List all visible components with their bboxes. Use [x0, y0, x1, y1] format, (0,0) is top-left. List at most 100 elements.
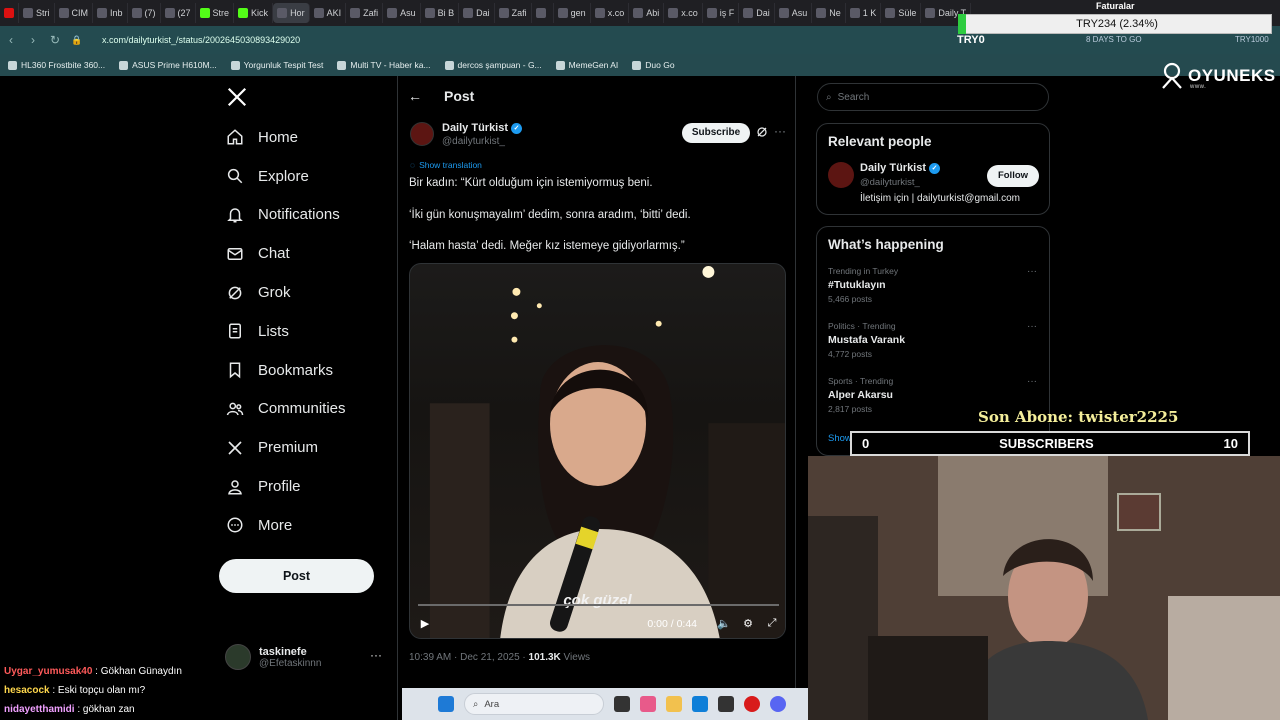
sidebar-item-more[interactable]: More	[226, 506, 346, 545]
discord-icon[interactable]	[770, 696, 786, 712]
browser-tab[interactable]: CIM	[55, 3, 93, 23]
url-field[interactable]: x.com/dailyturkist_/status/2002645030893…	[102, 35, 300, 45]
card-title: Relevant people	[828, 134, 932, 149]
browser-tab[interactable]: (27	[161, 3, 196, 23]
show-translation-link[interactable]: ◌ Show translation	[410, 160, 482, 170]
browser-tab[interactable]: 1 K	[846, 3, 882, 23]
subscriber-current: 0	[862, 436, 870, 451]
avatar[interactable]	[828, 162, 854, 188]
browser-tab[interactable]: gen	[554, 3, 591, 23]
browser-tab[interactable]: iş F	[703, 3, 740, 23]
sidebar-item-premium[interactable]: Premium	[226, 428, 346, 467]
browser-tab-active[interactable]: Hor	[273, 3, 310, 23]
ticker-label: Faturalar	[1096, 1, 1135, 11]
more-icon[interactable]: ···	[774, 124, 786, 138]
browser-tab[interactable]: Inb	[93, 3, 128, 23]
brand-logo-icon	[1162, 62, 1182, 89]
file-explorer-icon[interactable]	[666, 696, 682, 712]
browser-tab[interactable]: AKI	[310, 3, 347, 23]
person-icon	[226, 478, 244, 496]
browser-tab[interactable]: Dai	[459, 3, 495, 23]
post-timestamp[interactable]: 10:39 AM · Dec 21, 2025 ·	[409, 652, 529, 663]
sidebar-item-home[interactable]: Home	[226, 118, 346, 157]
more-icon[interactable]: ···	[1027, 321, 1037, 332]
more-icon[interactable]: ···	[1027, 376, 1037, 387]
video-caption: çok güzel	[563, 592, 632, 609]
trend-item[interactable]: Politics · Trending Mustafa Varank 4,772…	[817, 315, 1049, 370]
account-switcher[interactable]: taskinefe @Efetaskinnn ···	[225, 642, 385, 672]
browser-tab[interactable]: Kick	[234, 3, 274, 23]
task-view-icon[interactable]	[614, 696, 630, 712]
bookmark-item[interactable]: ASUS Prime H610M...	[119, 60, 217, 70]
sidebar-item-bookmarks[interactable]: Bookmarks	[226, 351, 346, 390]
forward-icon[interactable]: ›	[22, 33, 44, 47]
subscribe-button[interactable]: Subscribe	[682, 123, 750, 143]
browser-tab[interactable]: Abi	[629, 3, 665, 23]
browser-tab[interactable]: x.co	[664, 3, 703, 23]
person-name[interactable]: Daily Türkist	[860, 162, 926, 174]
browser-tab[interactable]: Dai	[739, 3, 775, 23]
bookmark-item[interactable]: Multi TV - Haber ka...	[337, 60, 431, 70]
opera-icon[interactable]	[744, 696, 760, 712]
browser-tab[interactable]: Süle	[881, 3, 922, 23]
browser-tab[interactable]: Bi B	[421, 3, 460, 23]
sidebar-item-notifications[interactable]: Notifications	[226, 196, 346, 235]
sidebar-item-explore[interactable]: Explore	[226, 157, 346, 196]
ticker-progress	[958, 14, 966, 34]
video-time: 0:00 / 0:44	[647, 618, 697, 630]
more-icon[interactable]: ···	[370, 648, 382, 662]
video-controls: ▶ 0:00 / 0:44 🔈 ⚙ ⤢	[418, 614, 779, 634]
video-progress-bar[interactable]	[418, 604, 779, 606]
post-author[interactable]: Daily Türkist ✓ @dailyturkist_	[410, 122, 523, 147]
browser-tab[interactable]: Asu	[775, 3, 813, 23]
bookmark-item[interactable]: Yorgunluk Tespit Test	[230, 60, 323, 70]
back-icon[interactable]: ‹	[0, 33, 22, 47]
play-icon[interactable]: ▶	[418, 617, 432, 631]
volume-icon[interactable]: 🔈	[717, 617, 731, 631]
search-input[interactable]: ⌕ Search	[817, 83, 1049, 111]
taskbar-search[interactable]: ⌕ Ara	[464, 693, 604, 715]
bookmark-item[interactable]: HL360 Frostbite 360...	[8, 60, 105, 70]
sidebar-item-profile[interactable]: Profile	[226, 467, 346, 506]
author-name[interactable]: Daily Türkist	[442, 122, 508, 134]
bookmark-item[interactable]: dercos şampuan - G...	[444, 60, 542, 70]
edge-icon[interactable]	[692, 696, 708, 712]
fullscreen-icon[interactable]: ⤢	[765, 617, 779, 631]
bookmark-icon	[119, 60, 129, 70]
browser-menu-icon[interactable]	[0, 3, 19, 23]
account-handle: @Efetaskinnn	[259, 657, 322, 669]
video-player[interactable]: çok güzel ▶ 0:00 / 0:44 🔈 ⚙ ⤢	[409, 263, 786, 639]
reload-icon[interactable]: ↻	[44, 33, 66, 47]
browser-tab[interactable]: Asu	[383, 3, 421, 23]
back-arrow-icon[interactable]: ←	[408, 88, 422, 104]
browser-tab[interactable]: Zafi	[495, 3, 532, 23]
author-avatar[interactable]	[410, 122, 434, 146]
grok-icon[interactable]	[756, 126, 768, 138]
search-icon: ⌕	[473, 698, 479, 710]
browser-tab[interactable]: Ne	[812, 3, 846, 23]
x-logo-icon[interactable]	[226, 86, 248, 108]
browser-tab[interactable]: (7)	[128, 3, 161, 23]
bookmark-item[interactable]: MemeGen AI	[555, 60, 618, 70]
sidebar-item-communities[interactable]: Communities	[226, 390, 346, 429]
browser-tab[interactable]: Stre	[196, 3, 235, 23]
copilot-icon[interactable]	[640, 696, 656, 712]
bookmark-item[interactable]: Duo Go	[632, 60, 675, 70]
sidebar-item-lists[interactable]: Lists	[226, 312, 346, 351]
chat-username: hesacock	[4, 685, 50, 696]
relevant-person[interactable]: Daily Türkist ✓ @dailyturkist_ İletişim …	[817, 157, 1049, 217]
sidebar-item-chat[interactable]: Chat	[226, 234, 346, 273]
trend-item[interactable]: Trending in Turkey #Tutuklayın 5,466 pos…	[817, 260, 1049, 315]
windows-start-icon[interactable]	[438, 696, 454, 712]
browser-tab[interactable]: Stri	[19, 3, 55, 23]
browser-tab[interactable]: Zafi	[346, 3, 384, 23]
sidebar-item-grok[interactable]: Grok	[226, 273, 346, 312]
browser-tab[interactable]: x.co	[591, 3, 630, 23]
browser-tab[interactable]	[532, 3, 554, 23]
settings-icon[interactable]: ⚙	[741, 617, 755, 631]
post-button[interactable]: Post	[219, 559, 374, 593]
follow-button[interactable]: Follow	[987, 165, 1039, 187]
author-handle[interactable]: @dailyturkist_	[442, 136, 522, 147]
more-icon[interactable]: ···	[1027, 266, 1037, 277]
store-icon[interactable]	[718, 696, 734, 712]
